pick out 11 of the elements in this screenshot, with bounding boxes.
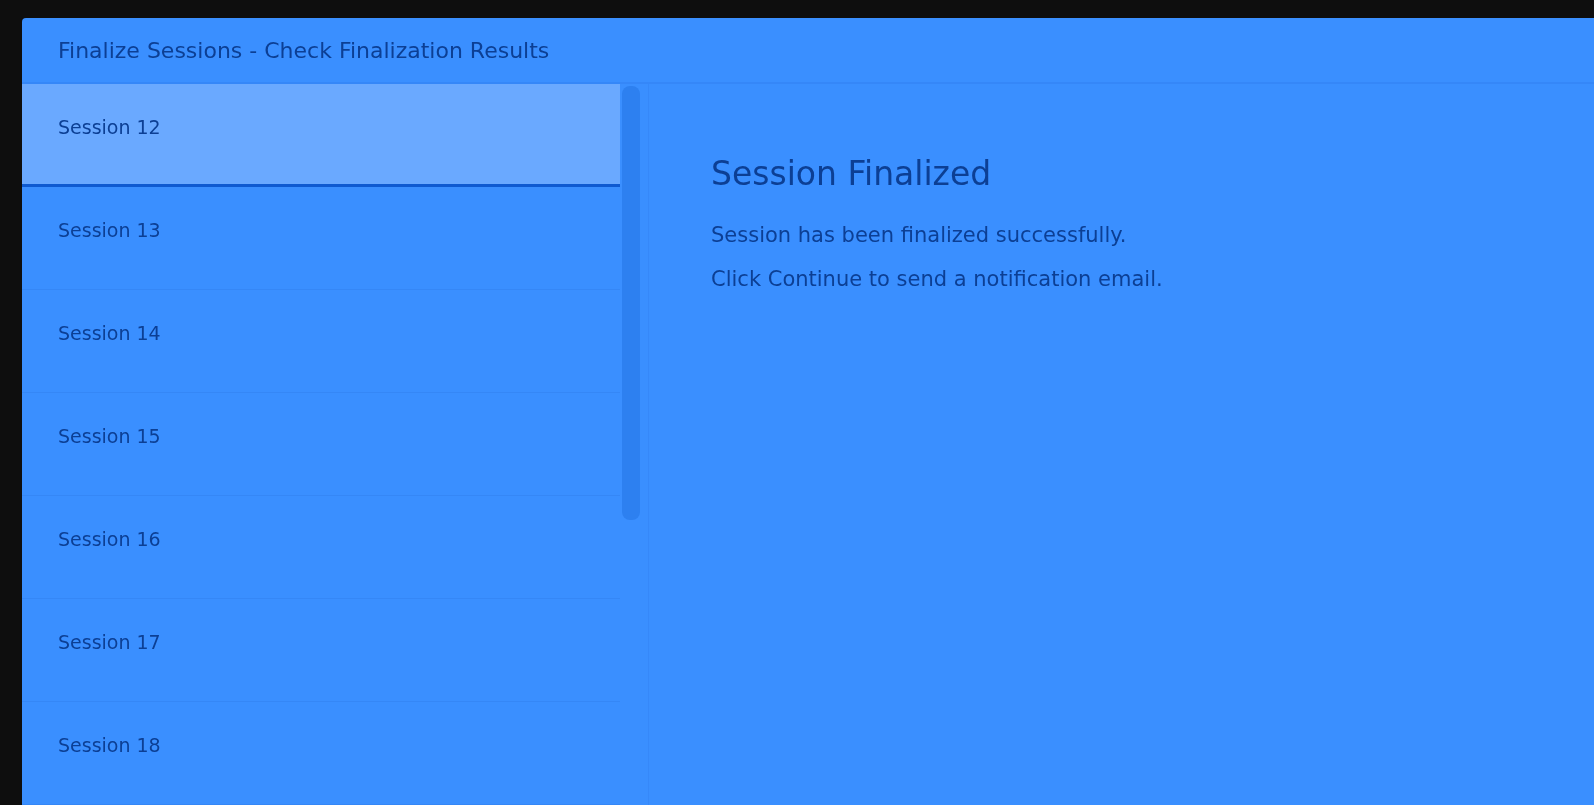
result-message: Session has been finalized successfully. bbox=[711, 223, 1128, 247]
session-list-item[interactable]: Session 12 bbox=[22, 84, 620, 187]
session-list-item[interactable]: Session 14 bbox=[22, 290, 620, 393]
window-title: Finalize Sessions - Check Finalization Results bbox=[58, 37, 550, 63]
session-list-item[interactable]: Session 17 bbox=[22, 599, 620, 702]
session-list-item[interactable]: Session 18 bbox=[22, 702, 620, 805]
session-list-item[interactable]: Session 16 bbox=[22, 496, 620, 599]
session-list-item[interactable]: Session 15 bbox=[22, 393, 620, 496]
result-heading: Session Finalized bbox=[711, 154, 993, 193]
session-list-item[interactable]: Session 13 bbox=[22, 187, 620, 290]
result-message: Click Continue to send a notification email. bbox=[711, 267, 1164, 291]
